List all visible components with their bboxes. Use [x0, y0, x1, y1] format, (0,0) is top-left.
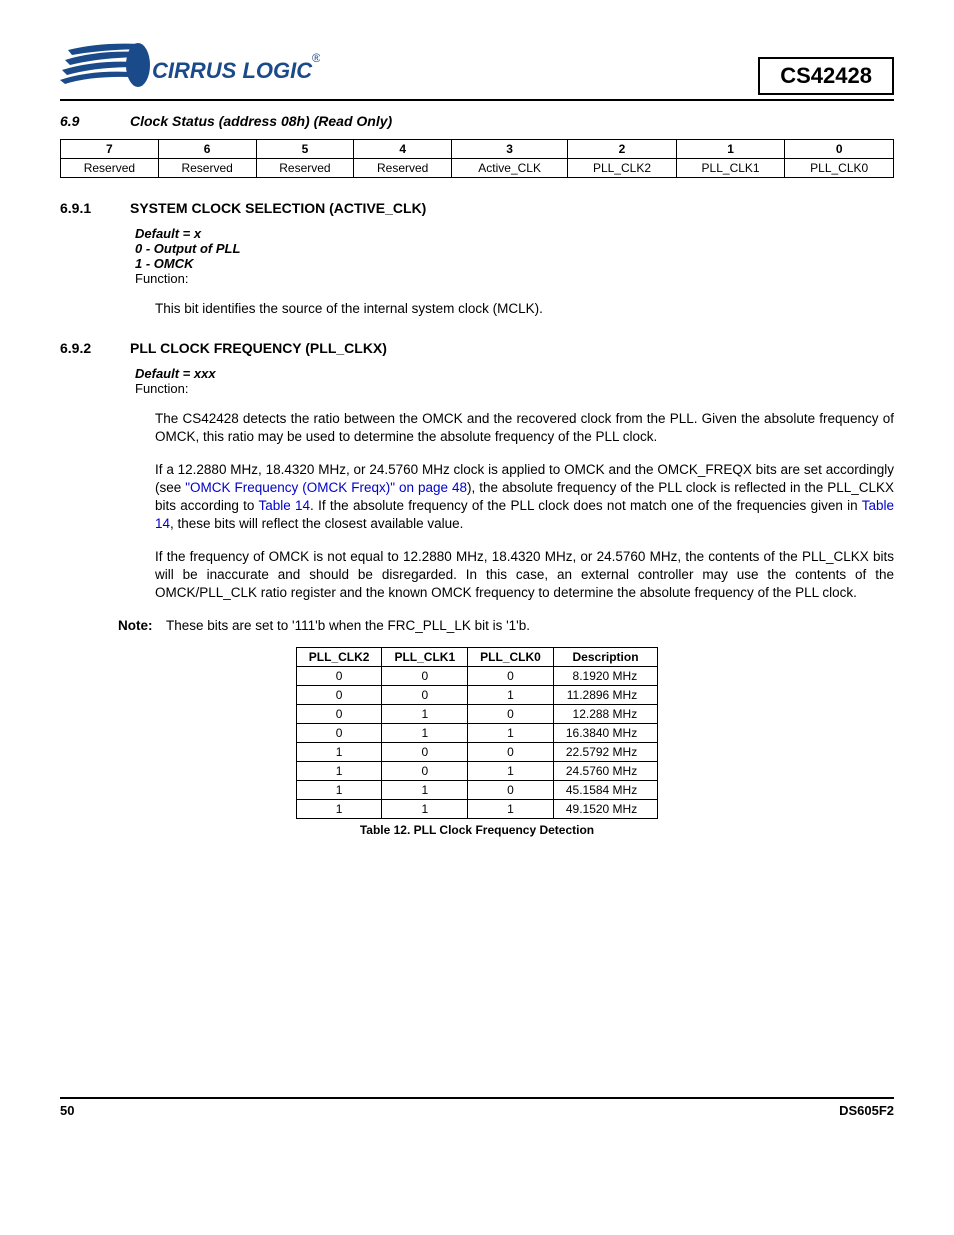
body-paragraph: If a 12.2880 MHz, 18.4320 MHz, or 24.576… [155, 461, 894, 534]
bit-header: 4 [354, 140, 452, 159]
frequency-table: PLL_CLK2PLL_CLK1PLL_CLK0Description 0008… [296, 647, 658, 819]
freq-table-cell: 45.1584 MHz [553, 781, 657, 800]
cross-reference-link[interactable]: "OMCK Frequency (OMCK Freqx)" on page 48 [185, 480, 467, 495]
document-id: DS605F2 [839, 1103, 894, 1118]
freq-table-cell: 0 [296, 667, 382, 686]
bit-cell: Reserved [256, 159, 354, 178]
default-block: Default = x 0 - Output of PLL 1 - OMCK F… [135, 226, 894, 286]
freq-table-cell: 0 [382, 686, 468, 705]
table-row: 11149.1520 MHz [296, 800, 657, 819]
svg-text:CIRRUS LOGIC: CIRRUS LOGIC [152, 58, 313, 83]
cross-reference-link[interactable]: Table 14 [258, 498, 310, 513]
bit-header: 0 [785, 140, 894, 159]
freq-table-cell: 0 [296, 724, 382, 743]
section-number: 6.9 [60, 113, 130, 129]
table-row: 10124.5760 MHz [296, 762, 657, 781]
default-value: Default = x [135, 226, 894, 241]
default-line: 1 - OMCK [135, 256, 894, 271]
freq-table-cell: 0 [382, 667, 468, 686]
body-paragraph: This bit identifies the source of the in… [155, 300, 894, 318]
bit-cell: Reserved [158, 159, 256, 178]
part-number: CS42428 [780, 63, 872, 88]
subsection-heading: 6.9.2 PLL CLOCK FREQUENCY (PLL_CLKX) [60, 340, 894, 356]
bit-header: 2 [568, 140, 677, 159]
freq-table-cell: 1 [468, 686, 554, 705]
freq-table-cell: 0 [468, 667, 554, 686]
default-block: Default = xxx Function: [135, 366, 894, 396]
freq-table-cell: 0 [468, 781, 554, 800]
freq-table-cell: 0 [382, 743, 468, 762]
freq-table-cell: 0 [468, 705, 554, 724]
freq-table-cell: 1 [382, 724, 468, 743]
freq-table-cell: 1 [296, 762, 382, 781]
default-value: Default = xxx [135, 366, 894, 381]
note: Note: These bits are set to '111'b when … [118, 618, 894, 633]
freq-table-cell: 1 [296, 743, 382, 762]
cirrus-logo-icon: CIRRUS LOGIC ® [60, 40, 320, 95]
table-caption: Table 12. PLL Clock Frequency Detection [60, 823, 894, 837]
table-row: 00111.2896 MHz [296, 686, 657, 705]
freq-table-cell: 0 [296, 705, 382, 724]
freq-table-cell: 12.288 MHz [553, 705, 657, 724]
freq-table-cell: 1 [382, 781, 468, 800]
freq-table-cell: 0 [382, 762, 468, 781]
freq-table-cell: 1 [382, 800, 468, 819]
freq-table-header: Description [553, 648, 657, 667]
table-row: 01012.288 MHz [296, 705, 657, 724]
subsection-number: 6.9.1 [60, 200, 130, 216]
freq-table-header: PLL_CLK0 [468, 648, 554, 667]
page-number: 50 [60, 1103, 74, 1118]
page-footer: 50 DS605F2 [60, 1097, 894, 1118]
freq-table-cell: 0 [296, 686, 382, 705]
freq-table-cell: 0 [468, 743, 554, 762]
bit-cell: PLL_CLK1 [676, 159, 785, 178]
freq-table-cell: 11.2896 MHz [553, 686, 657, 705]
table-row: 10022.5792 MHz [296, 743, 657, 762]
bit-header: 6 [158, 140, 256, 159]
freq-table-cell: 1 [382, 705, 468, 724]
table-row: 0008.1920 MHz [296, 667, 657, 686]
bit-cell: PLL_CLK0 [785, 159, 894, 178]
function-label: Function: [135, 271, 894, 286]
freq-table-cell: 1 [296, 781, 382, 800]
subsection-title: SYSTEM CLOCK SELECTION (ACTIVE_CLK) [130, 200, 426, 216]
bit-header: 5 [256, 140, 354, 159]
subsection-heading: 6.9.1 SYSTEM CLOCK SELECTION (ACTIVE_CLK… [60, 200, 894, 216]
bit-cell: Active_CLK [452, 159, 568, 178]
table-row: 01116.3840 MHz [296, 724, 657, 743]
freq-table-cell: 1 [296, 800, 382, 819]
freq-table-cell: 22.5792 MHz [553, 743, 657, 762]
body-paragraph: The CS42428 detects the ratio between th… [155, 410, 894, 446]
freq-table-header: PLL_CLK2 [296, 648, 382, 667]
bit-header: 1 [676, 140, 785, 159]
company-logo: CIRRUS LOGIC ® [60, 40, 320, 95]
freq-table-cell: 1 [468, 800, 554, 819]
freq-table-cell: 24.5760 MHz [553, 762, 657, 781]
freq-table-cell: 1 [468, 762, 554, 781]
body-paragraph: If the frequency of OMCK is not equal to… [155, 548, 894, 603]
section-title-text: Clock Status (address 08h) (Read Only) [130, 113, 392, 129]
bit-cell: Reserved [61, 159, 159, 178]
function-label: Function: [135, 381, 894, 396]
default-line: 0 - Output of PLL [135, 241, 894, 256]
note-label: Note: [118, 618, 166, 633]
freq-table-cell: 49.1520 MHz [553, 800, 657, 819]
freq-table-cell: 16.3840 MHz [553, 724, 657, 743]
bit-header: 7 [61, 140, 159, 159]
bit-cell: Reserved [354, 159, 452, 178]
bit-field-table: 7 6 5 4 3 2 1 0 Reserved Reserved Reserv… [60, 139, 894, 178]
bit-cell: PLL_CLK2 [568, 159, 677, 178]
freq-table-cell: 1 [468, 724, 554, 743]
section-heading: 6.9 Clock Status (address 08h) (Read Onl… [60, 113, 894, 129]
part-number-box: CS42428 [758, 57, 894, 95]
bit-header: 3 [452, 140, 568, 159]
subsection-number: 6.9.2 [60, 340, 130, 356]
subsection-title: PLL CLOCK FREQUENCY (PLL_CLKX) [130, 340, 387, 356]
page-header: CIRRUS LOGIC ® CS42428 [60, 40, 894, 101]
freq-table-cell: 8.1920 MHz [553, 667, 657, 686]
table-row: 11045.1584 MHz [296, 781, 657, 800]
freq-table-header: PLL_CLK1 [382, 648, 468, 667]
svg-text:®: ® [312, 51, 320, 65]
note-text: These bits are set to '111'b when the FR… [166, 618, 530, 633]
